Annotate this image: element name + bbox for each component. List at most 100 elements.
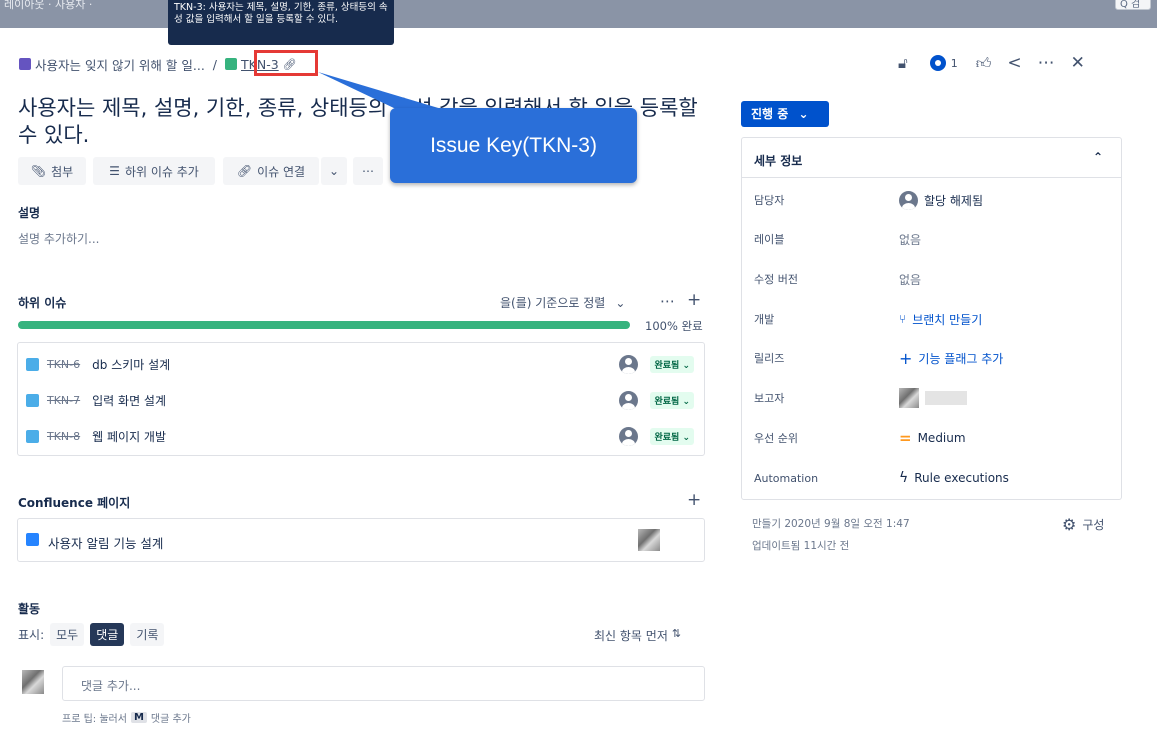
more-icon[interactable]: ⋯ [1038,53,1055,73]
add-subtask-icon[interactable]: + [687,290,701,310]
filter-history[interactable]: 기록 [130,623,165,646]
link-issue-dropdown[interactable]: ⌄ [321,157,347,185]
assignee-avatar [619,390,639,410]
confluence-page-title[interactable]: 사용자 알림 기능 설계 [48,533,163,552]
epic-icon [19,58,31,70]
assignee-avatar [619,354,639,374]
filter-comments[interactable]: 댓글 [90,623,125,646]
subtask-row[interactable]: TKN-8 웹 페이지 개발 완료됨 ⌄ [18,417,704,455]
subtask-key[interactable]: TKN-7 [47,394,80,407]
lightning-icon: ϟ [899,470,909,486]
plus-icon: + [899,348,913,368]
detail-value[interactable]: 없음 [899,271,921,288]
detail-value[interactable]: 할당 해제됨 [899,190,983,210]
status-transition-button[interactable]: 진행 중 ⌄ [741,101,829,127]
subtask-icon [26,357,39,371]
link-issue-label: 이슈 연결 [257,164,306,179]
detail-value[interactable]: 없음 [899,231,921,248]
paperclip-icon: 📎︎ [30,164,47,178]
subtask-status[interactable]: 완료됨 ⌄ [650,427,694,445]
assignee-avatar [619,426,639,446]
search-input[interactable]: Q 검 [1115,0,1151,10]
created-date: 만들기 2020년 9월 8일 오전 1:47 [752,518,910,530]
lock-icon[interactable]: 🔓︎ [898,54,908,72]
sort-icon: ⇅ [671,627,682,640]
detail-key: 수정 버전 [754,273,798,286]
chevron-down-icon: ⌄ [615,295,626,310]
detail-key: 레이블 [754,233,785,246]
gear-icon: ⚙ [1062,515,1077,534]
subtask-icon: ☰ [109,164,120,178]
close-icon[interactable]: ✕ [1071,53,1085,73]
chevron-up-icon[interactable]: ⌃ [1093,150,1103,164]
thumbs-up-icon[interactable]: 👍︎ [976,54,992,73]
link-icon: 🔗︎ [236,164,253,178]
description-placeholder[interactable]: 설명 추가하기... [18,230,100,247]
confluence-page-card[interactable]: 사용자 알림 기능 설계 [17,518,705,562]
detail-value[interactable]: = Medium [899,429,966,447]
subtask-summary[interactable]: db 스키마 설계 [92,356,619,373]
confluence-heading: Confluence 페이지 [18,496,131,510]
configure-button[interactable]: ⚙ 구성 [1062,515,1104,534]
detail-row-fix-version: 수정 버전 없음 [754,268,1114,290]
more-actions-button[interactable]: ⋯ [353,157,383,185]
detail-value[interactable]: ⑂ 브랜치 만들기 [899,311,982,328]
issue-key-highlight-box [254,50,318,76]
add-confluence-icon[interactable]: + [687,490,701,510]
detail-key: 우선 순위 [754,432,798,445]
subtask-summary[interactable]: 입력 화면 설계 [92,392,619,409]
description-heading: 설명 [18,206,41,220]
subtask-key[interactable]: TKN-8 [47,430,80,443]
subtasks-more-icon[interactable]: ⋯ [660,292,675,310]
subtask-row[interactable]: TKN-7 입력 화면 설계 완료됨 ⌄ [18,381,704,419]
share-icon[interactable]: < [1007,53,1021,73]
subtask-status[interactable]: 완료됨 ⌄ [650,391,694,409]
comment-input[interactable]: 댓글 추가... [62,666,705,701]
subtask-progress-bar [18,321,630,329]
subtasks-sort[interactable]: 을(를) 기준으로 정렬 ⌄ [500,294,625,311]
chevron-down-icon: ⌄ [798,107,809,121]
detail-row-reporter: 보고자 [754,387,1114,409]
show-label: 표시: [18,628,45,642]
subtask-summary[interactable]: 웹 페이지 개발 [92,428,619,445]
breadcrumb-epic-link[interactable]: 사용자는 잊지 않기 위해 할 일... [35,55,205,74]
detail-value[interactable]: + 기능 플래그 추가 [899,349,1003,368]
breadcrumb-separator: / [212,56,218,72]
subtask-icon [26,429,39,443]
details-panel: 세부 정보 ⌃ 담당자 할당 해제됨 레이블 없음 수정 버전 없음 개발 ⑂ 브… [741,137,1122,500]
pro-tip: 프로 팁: 눌러서 M 댓글 추가 [62,710,191,725]
attach-label: 첨부 [51,164,74,179]
detail-row-assignee: 담당자 할당 해제됨 [754,189,1114,211]
shortcut-key: M [130,712,147,723]
subtask-key[interactable]: TKN-6 [47,358,80,371]
detail-value[interactable] [899,388,967,408]
chevron-down-icon: ⌄ [328,164,340,178]
detail-row-automation: Automation ϟ Rule executions [754,467,1114,489]
issue-key-tooltip: TKN-3: 사용자는 제목, 설명, 기한, 종류, 상태등의 속성 값을 입… [168,0,394,45]
detail-key: 개발 [754,313,775,326]
detail-row-development: 개발 ⑂ 브랜치 만들기 [754,308,1114,330]
story-icon [225,58,238,70]
updated-date: 업데이트됨 11시간 전 [752,540,850,552]
link-issue-button[interactable]: 🔗︎ 이슈 연결 [223,157,319,185]
details-header[interactable]: 세부 정보 ⌃ [742,138,1121,178]
status-label: 진행 중 [751,107,789,121]
detail-value[interactable]: ϟ Rule executions [899,470,1009,486]
sort-label: 을(를) 기준으로 정렬 [500,296,606,310]
attach-button[interactable]: 📎︎ 첨부 [18,157,86,185]
filter-all[interactable]: 모두 [50,623,85,646]
watch-icon[interactable] [929,55,946,71]
add-subtask-button[interactable]: ☰ 하위 이슈 추가 [93,157,215,185]
add-subtask-label: 하위 이슈 추가 [124,164,199,179]
subtask-progress-text: 100% 완료 [645,319,703,333]
subtask-status[interactable]: 완료됨 ⌄ [650,355,694,373]
detail-key: 담당자 [754,194,785,207]
reporter-avatar [899,388,919,408]
detail-key: 릴리즈 [754,352,785,365]
top-breadcrumb[interactable]: 레이아웃 · 사용자 · [4,0,92,10]
priority-medium-icon: = [899,429,912,447]
subtask-list: TKN-6 db 스키마 설계 완료됨 ⌄ TKN-7 입력 화면 설계 완료됨… [17,342,705,456]
pro-tip-prefix: 프로 팁: 눌러서 [62,714,127,725]
subtask-row[interactable]: TKN-6 db 스키마 설계 완료됨 ⌄ [18,345,704,383]
sort-order-button[interactable]: 최신 항목 먼저 ⇅ [594,627,681,644]
